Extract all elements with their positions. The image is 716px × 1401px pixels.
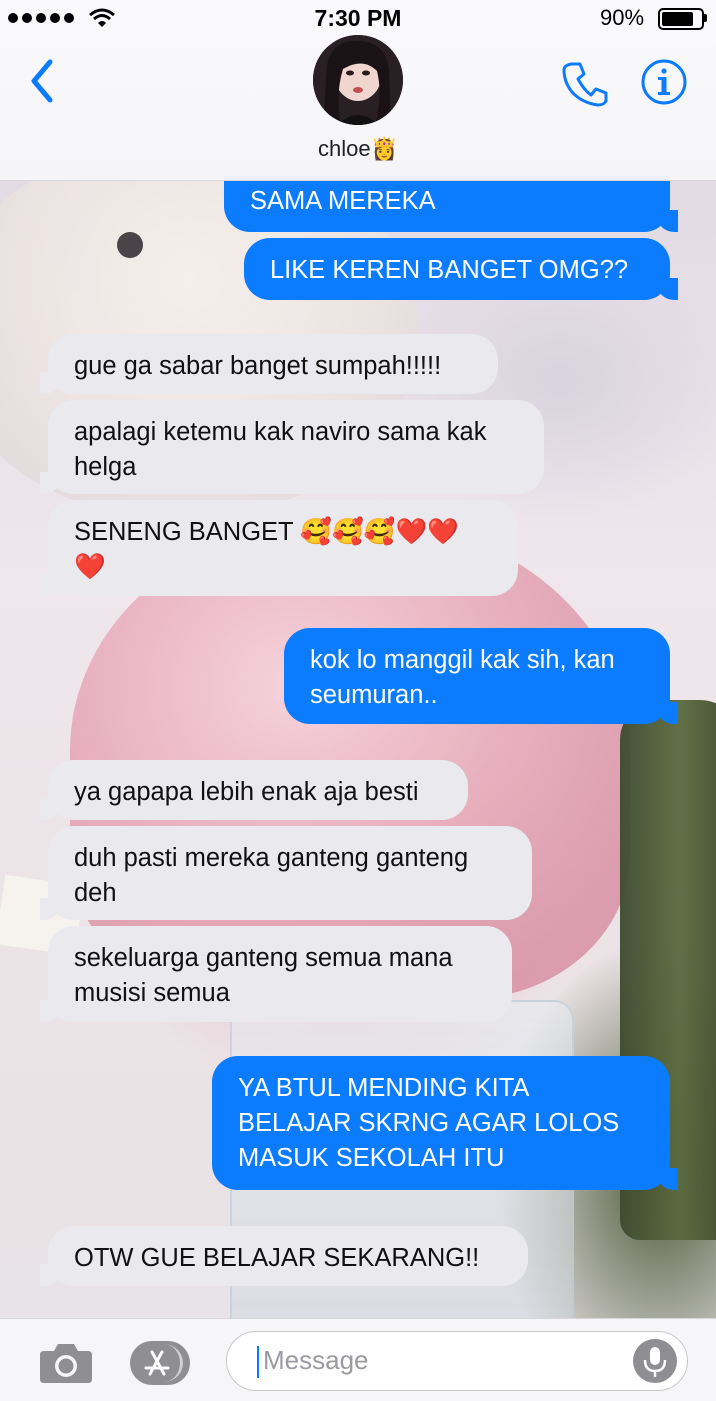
message-bubble-received[interactable]: duh pasti mereka ganteng ganteng deh bbox=[40, 826, 532, 920]
message-input[interactable]: Message bbox=[226, 1331, 688, 1391]
message-bubble-received[interactable]: sekeluarga ganteng semua mana musisi sem… bbox=[40, 926, 512, 1022]
message-text: gue ga sabar banget sumpah!!!!! bbox=[74, 352, 442, 380]
message-input-placeholder: Message bbox=[263, 1345, 369, 1375]
chevron-left-icon bbox=[31, 59, 53, 103]
message-text: kok lo manggil kak sih, kan seumuran.. bbox=[310, 646, 615, 709]
message-text: OTW GUE BELAJAR SEKARANG!! bbox=[74, 1244, 480, 1272]
message-text: YA BTUL MENDING KITA BELAJAR SKRNG AGAR … bbox=[238, 1074, 620, 1172]
text-caret bbox=[257, 1346, 259, 1378]
message-bubble-received[interactable]: apalagi ketemu kak naviro sama kak helga bbox=[40, 400, 544, 494]
message-text: duh pasti mereka ganteng ganteng deh bbox=[74, 844, 469, 907]
message-bubble-sent[interactable]: LIKE KEREN BANGET OMG?? bbox=[244, 238, 678, 300]
compose-bar: Message bbox=[0, 1318, 716, 1401]
message-text: LIKE KEREN BANGET OMG?? bbox=[270, 256, 629, 284]
message-bubble-sent[interactable]: YA BTUL MENDING KITA BELAJAR SKRNG AGAR … bbox=[212, 1056, 678, 1190]
contact-name[interactable]: chloe👸 bbox=[0, 136, 716, 162]
camera-button[interactable] bbox=[38, 1339, 94, 1390]
avatar-image bbox=[313, 35, 403, 125]
battery-tip bbox=[704, 14, 707, 22]
status-bar: 7:30 PM 90% bbox=[0, 0, 716, 36]
message-bubble-sent[interactable]: kok lo manggil kak sih, kan seumuran.. bbox=[284, 628, 678, 724]
dictation-button[interactable] bbox=[633, 1339, 677, 1383]
contact-avatar[interactable] bbox=[313, 35, 403, 125]
message-bubble-received[interactable]: gue ga sabar banget sumpah!!!!! bbox=[40, 334, 498, 394]
message-bubble-received[interactable]: OTW GUE BELAJAR SEKARANG!! bbox=[40, 1226, 528, 1286]
battery-icon bbox=[658, 8, 704, 30]
message-text: sekeluarga ganteng semua mana musisi sem… bbox=[74, 944, 453, 1007]
info-icon bbox=[641, 59, 687, 105]
message-text: SENENG BANGET 🥰🥰🥰❤️❤️ ❤️ bbox=[74, 518, 460, 581]
message-bubble-received[interactable]: ya gapapa lebih enak aja besti bbox=[40, 760, 468, 820]
camera-icon bbox=[40, 1344, 92, 1383]
app-store-button[interactable] bbox=[130, 1341, 190, 1385]
message-text: ya gapapa lebih enak aja besti bbox=[74, 778, 419, 806]
call-button[interactable] bbox=[560, 58, 610, 113]
back-button[interactable] bbox=[24, 56, 64, 106]
microphone-icon bbox=[643, 1347, 667, 1377]
phone-icon bbox=[562, 62, 608, 107]
message-bubble-received[interactable]: SENENG BANGET 🥰🥰🥰❤️❤️ ❤️ bbox=[40, 500, 518, 596]
app-store-icon bbox=[134, 1344, 183, 1382]
info-button[interactable] bbox=[640, 58, 688, 111]
message-text: apalagi ketemu kak naviro sama kak helga bbox=[74, 418, 487, 481]
message-thread: SAMA MEREKA LIKE KEREN BANGET OMG?? gue … bbox=[0, 0, 716, 1400]
message-text: SAMA MEREKA bbox=[250, 187, 436, 215]
message-bubble-sent[interactable]: SAMA MEREKA bbox=[224, 176, 678, 232]
battery-percentage: 90% bbox=[600, 5, 645, 30]
